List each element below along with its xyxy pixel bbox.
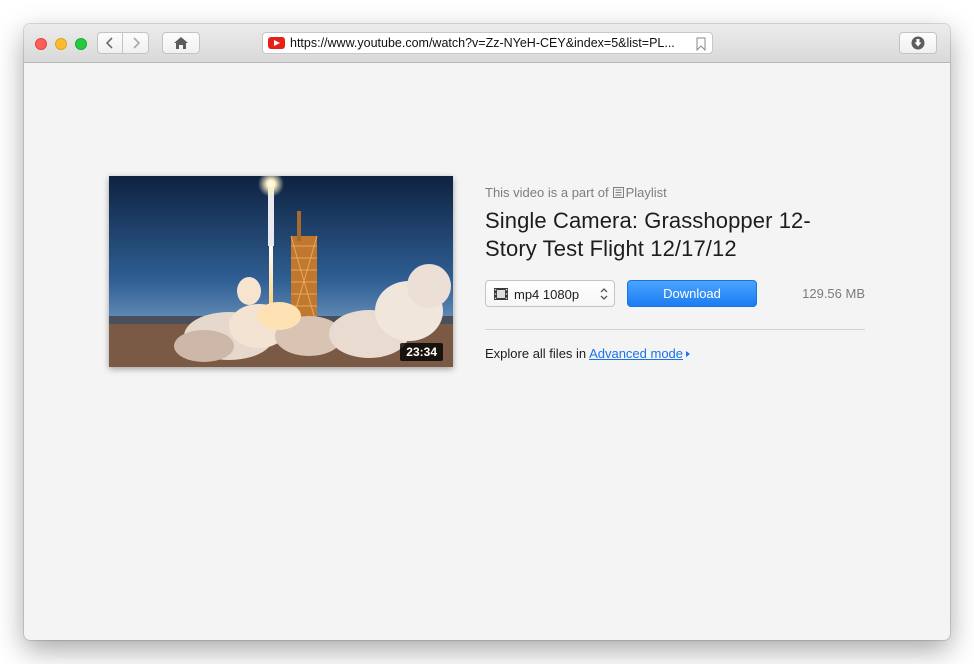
rocket-launch-thumbnail bbox=[109, 176, 453, 367]
zoom-window-button[interactable] bbox=[75, 38, 87, 50]
file-size: 129.56 MB bbox=[802, 286, 865, 301]
format-select[interactable]: mp4 1080p bbox=[485, 280, 615, 307]
home-button[interactable] bbox=[162, 32, 200, 54]
video-info: This video is a part of Playlist Single … bbox=[485, 183, 865, 361]
chevron-left-icon bbox=[105, 37, 113, 49]
video-thumbnail[interactable]: 23:34 bbox=[109, 176, 453, 367]
download-button[interactable]: Download bbox=[627, 280, 757, 307]
home-icon bbox=[174, 37, 188, 49]
divider bbox=[485, 329, 865, 330]
url-text: https://www.youtube.com/watch?v=Zz-NYeH-… bbox=[290, 36, 675, 50]
browser-window: https://www.youtube.com/watch?v=Zz-NYeH-… bbox=[24, 24, 950, 640]
bookmark-icon[interactable] bbox=[696, 37, 706, 51]
playlist-link[interactable]: Playlist bbox=[626, 185, 667, 200]
video-title: Single Camera: Grasshopper 12-Story Test… bbox=[485, 208, 811, 261]
chevron-right-icon bbox=[132, 37, 140, 49]
downloads-button[interactable] bbox=[899, 32, 937, 54]
explore-text: Explore all files in bbox=[485, 346, 590, 361]
back-button[interactable] bbox=[97, 32, 123, 54]
explore-row: Explore all files in Advanced mode bbox=[485, 346, 691, 361]
forward-button[interactable] bbox=[123, 32, 149, 54]
close-window-button[interactable] bbox=[35, 38, 47, 50]
video-duration: 23:34 bbox=[400, 343, 443, 361]
playlist-note: This video is a part of Playlist bbox=[485, 183, 865, 201]
playlist-icon bbox=[612, 186, 624, 198]
address-bar[interactable]: https://www.youtube.com/watch?v=Zz-NYeH-… bbox=[262, 32, 713, 54]
advanced-mode-link[interactable]: Advanced mode bbox=[589, 346, 683, 361]
caret-right-icon bbox=[686, 351, 691, 357]
minimize-window-button[interactable] bbox=[55, 38, 67, 50]
download-controls: mp4 1080p Download 129.56 MB bbox=[485, 280, 865, 308]
browser-toolbar: https://www.youtube.com/watch?v=Zz-NYeH-… bbox=[24, 24, 950, 63]
format-value: mp4 1080p bbox=[514, 287, 580, 302]
download-circle-icon bbox=[911, 36, 925, 50]
up-down-chevron-icon bbox=[600, 288, 608, 300]
film-icon bbox=[494, 288, 508, 300]
youtube-icon bbox=[268, 37, 285, 49]
main-content: 23:34 This video is a part of Playlist S… bbox=[24, 63, 950, 640]
playlist-prefix: This video is a part of bbox=[485, 184, 609, 200]
